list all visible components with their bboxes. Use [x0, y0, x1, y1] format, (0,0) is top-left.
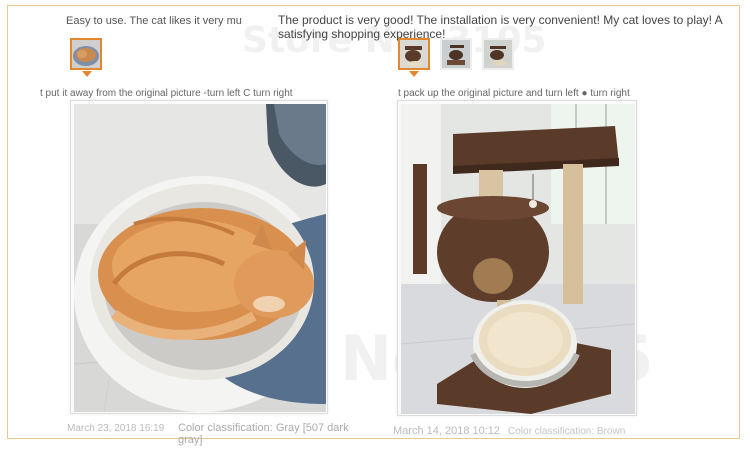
cat-tree-image: [401, 104, 635, 414]
review-thumbnail-cat-bed[interactable]: [70, 38, 102, 70]
thumbnail-pointer: [82, 71, 92, 77]
review-photo-left[interactable]: [70, 100, 328, 414]
review-text-right: The product is very good! The installati…: [278, 13, 723, 41]
color-classification-left: Color classification: Gray [507 dark gra…: [178, 422, 349, 446]
review-date-left: March 23, 2018 16:19: [67, 423, 165, 434]
review-text-left: Easy to use. The cat likes it very muc: [66, 15, 242, 27]
review-thumbnail-cat-tree-2[interactable]: [440, 38, 472, 70]
cat-in-bed-image: [74, 104, 326, 412]
color-classification-right: Color classification: Brown: [508, 426, 626, 437]
review-date-right: March 14, 2018 10:12: [393, 425, 501, 437]
photo-controls-right[interactable]: t pack up the original picture and turn …: [398, 88, 658, 99]
review-photo-right[interactable]: [397, 100, 637, 416]
thumbnail-pointer: [409, 71, 419, 77]
review-thumbnail-cat-tree-3[interactable]: [482, 38, 514, 70]
review-thumbnail-cat-tree-1[interactable]: [398, 38, 430, 70]
photo-controls-left[interactable]: t put it away from the original picture …: [40, 88, 325, 99]
